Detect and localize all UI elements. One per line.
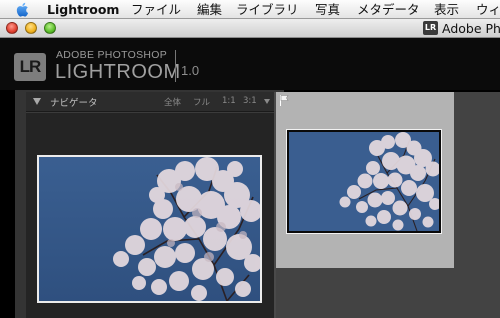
- menu-app-name[interactable]: Lightroom: [47, 1, 119, 18]
- menu-file[interactable]: ファイル: [131, 1, 181, 18]
- brand-divider: [175, 50, 176, 82]
- thumbnail-image[interactable]: [286, 129, 442, 234]
- zoom-fill-option[interactable]: フル: [193, 96, 210, 108]
- apple-icon[interactable]: [14, 1, 32, 18]
- zoom-button[interactable]: [44, 22, 56, 34]
- lightroom-app-icon: LR: [423, 21, 438, 35]
- brand-company: ADOBE PHOTOSHOP: [56, 49, 168, 61]
- cherry-blossom-thumbnail: [289, 132, 439, 231]
- menu-library[interactable]: ライブラリ: [236, 1, 299, 18]
- menu-bar: Lightroom ファイル 編集 ライブラリ 写真 メタデータ 表示 ウィ: [0, 0, 500, 19]
- zoom-dropdown-icon[interactable]: [264, 99, 270, 104]
- brand-version: 1.0: [181, 63, 200, 78]
- lightroom-logo: LR: [14, 53, 46, 81]
- minimize-button[interactable]: [25, 22, 37, 34]
- menu-window[interactable]: ウィ: [476, 1, 500, 18]
- menu-metadata[interactable]: メタデータ: [357, 1, 420, 18]
- zoom-3-1-option[interactable]: 3:1: [243, 96, 257, 106]
- navigator-title: ナビゲータ: [50, 98, 98, 109]
- flag-icon[interactable]: [280, 95, 289, 106]
- menu-photo[interactable]: 写真: [315, 1, 340, 18]
- zoom-1-1-option[interactable]: 1:1: [222, 96, 236, 106]
- navigator-preview-image[interactable]: [37, 155, 262, 303]
- cherry-blossom-photo: [39, 157, 260, 301]
- window-title: Adobe Pho: [442, 21, 500, 36]
- menu-view[interactable]: 表示: [434, 1, 459, 18]
- close-button[interactable]: [6, 22, 18, 34]
- menu-edit[interactable]: 編集: [197, 1, 222, 18]
- window-titlebar: LR Adobe Pho: [0, 19, 500, 38]
- panel-separator: [26, 112, 274, 113]
- zoom-fit-option[interactable]: 全体: [164, 96, 181, 108]
- brand-product: LIGHTROOM: [55, 61, 181, 83]
- collapse-triangle-icon[interactable]: [33, 98, 41, 105]
